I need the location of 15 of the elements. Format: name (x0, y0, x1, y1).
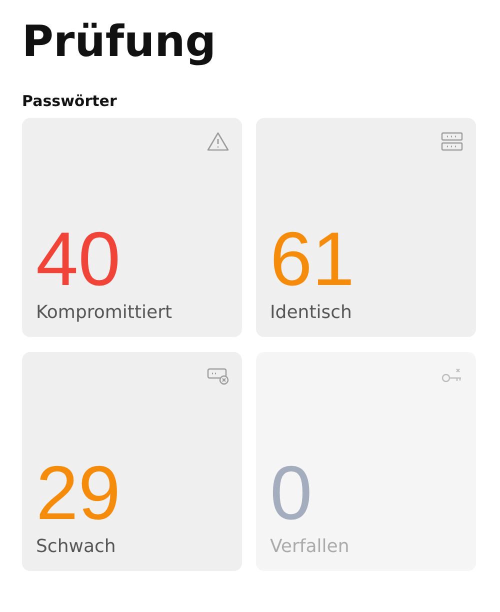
stat-count: 40 (36, 220, 121, 300)
stat-label: Verfallen (270, 536, 350, 557)
section-heading: Passwörter (22, 92, 117, 110)
stat-card[interactable]: 29 Schwach (22, 352, 242, 571)
warning-icon (207, 131, 229, 153)
stat-count: 29 (36, 454, 121, 534)
stat-card[interactable]: 40 Kompromittiert (22, 118, 242, 337)
stat-label: Kompromittiert (36, 302, 172, 323)
stat-card[interactable]: 61 Identisch (256, 118, 476, 337)
page-title: Prüfung (22, 16, 218, 69)
stat-label: Schwach (36, 536, 116, 557)
stat-label: Identisch (270, 302, 352, 323)
stat-count: 61 (270, 220, 355, 300)
server-icon (441, 131, 463, 153)
stat-count: 0 (270, 454, 312, 534)
